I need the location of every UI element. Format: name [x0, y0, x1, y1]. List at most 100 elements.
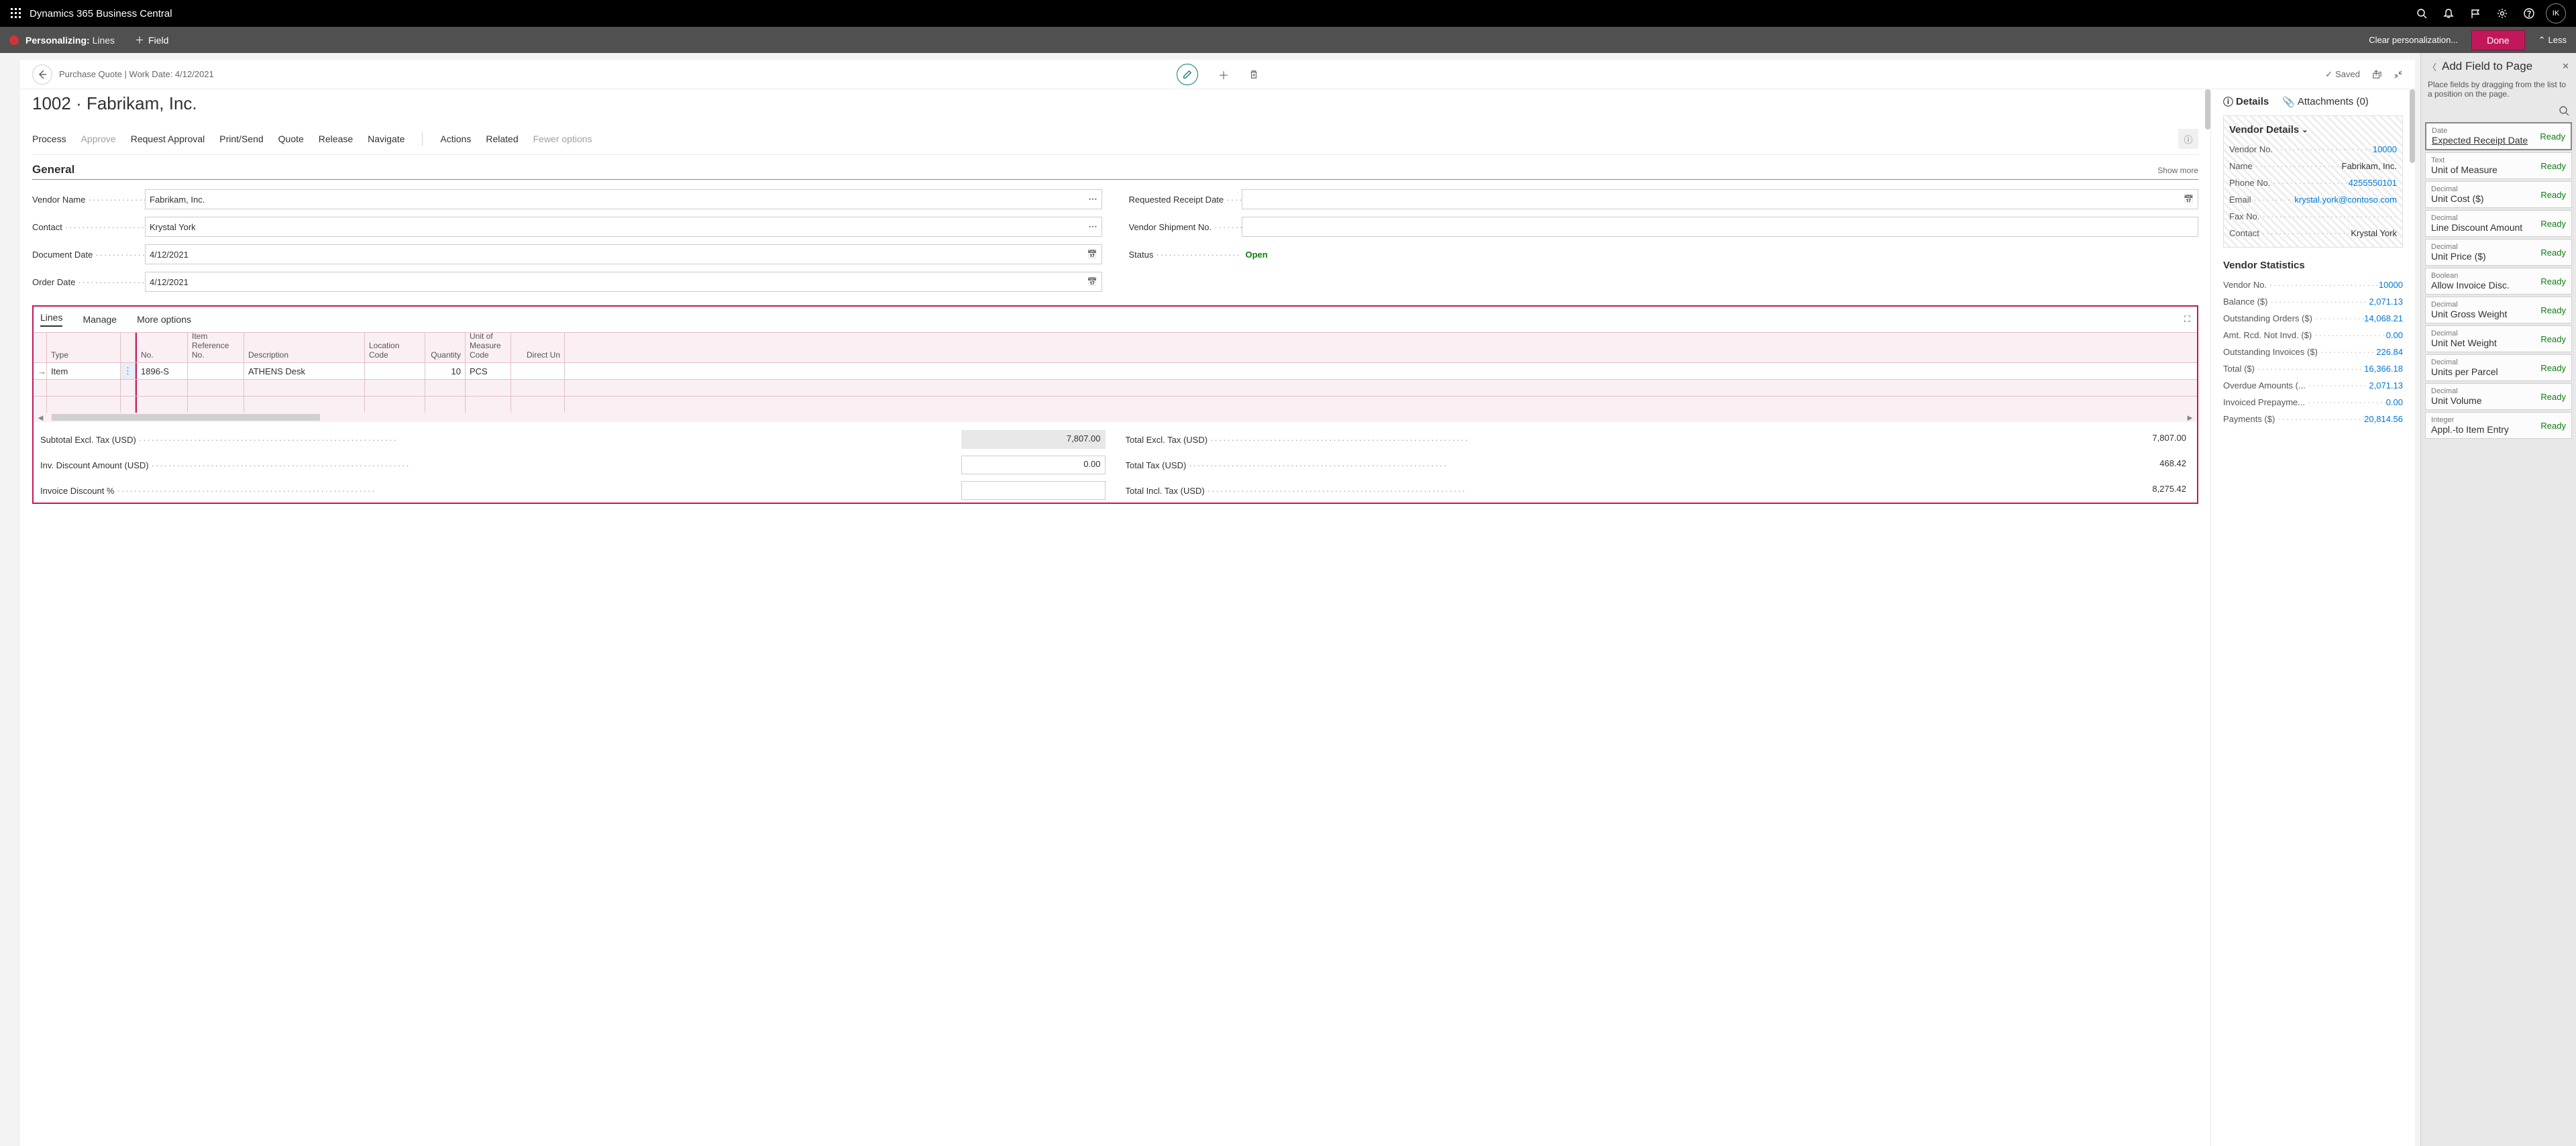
col-uom[interactable]: Unit of Measure Code: [466, 333, 511, 362]
scrollbar[interactable]: [2410, 89, 2415, 163]
field-status: Ready: [2540, 219, 2566, 229]
search-icon[interactable]: [2408, 0, 2435, 27]
flag-icon[interactable]: [2462, 0, 2489, 27]
field-item[interactable]: DecimalUnit VolumeReady: [2425, 383, 2572, 410]
field-item[interactable]: BooleanAllow Invoice Disc.Ready: [2425, 268, 2572, 295]
more-options-tab[interactable]: More options: [137, 314, 191, 325]
add-field-button[interactable]: ＋ Field: [135, 34, 168, 47]
email-link[interactable]: krystal.york@contoso.com: [2294, 195, 2397, 205]
vendor-shipment-label: Vendor Shipment No.: [1129, 222, 1242, 232]
vendor-details-heading[interactable]: Vendor Details⌄: [2229, 121, 2397, 141]
action-request-approval[interactable]: Request Approval: [131, 134, 205, 144]
vendor-shipment-field[interactable]: [1242, 217, 2199, 237]
field-item[interactable]: DecimalUnit Cost ($)Ready: [2425, 181, 2572, 208]
action-process[interactable]: Process: [32, 134, 66, 144]
delete-button[interactable]: [1249, 70, 1258, 79]
field-name: Unit Price ($): [2431, 251, 2540, 262]
col-no[interactable]: No.: [137, 333, 188, 362]
table-row[interactable]: → Item ⋮ 1896-S ATHENS Desk 10 PCS: [34, 362, 2197, 379]
total-incl-value: 8,275.42: [2046, 481, 2190, 500]
field-status: Ready: [2540, 305, 2566, 315]
col-direct-cost[interactable]: Direct Un: [511, 333, 565, 362]
field-name: Unit Volume: [2431, 395, 2540, 406]
settings-icon[interactable]: [2489, 0, 2516, 27]
show-more-link[interactable]: Show more: [2157, 166, 2198, 175]
edit-button[interactable]: [1177, 64, 1198, 85]
vendor-statistics-section: Vendor Statistics Vendor No.10000 Balanc…: [2223, 257, 2403, 427]
field-item[interactable]: DecimalUnit Net WeightReady: [2425, 325, 2572, 352]
collapse-icon[interactable]: [2394, 70, 2403, 79]
field-name: Line Discount Amount: [2431, 222, 2540, 233]
field-item[interactable]: DateExpected Receipt DateReady: [2425, 122, 2572, 150]
scrollbar[interactable]: [2205, 89, 2210, 129]
inv-discount-pct-field[interactable]: [961, 481, 1106, 500]
share-icon[interactable]: [2372, 70, 2381, 79]
row-select-icon[interactable]: →: [34, 363, 47, 379]
total-incl-label: Total Incl. Tax (USD): [1126, 486, 2047, 496]
field-type: Decimal: [2431, 301, 2540, 309]
inv-discount-pct-label: Invoice Discount %: [40, 486, 961, 496]
contact-field[interactable]: Krystal York: [145, 217, 1102, 237]
table-row[interactable]: [34, 396, 2197, 413]
col-quantity[interactable]: Quantity: [425, 333, 466, 362]
document-date-field[interactable]: 4/12/2021: [145, 244, 1102, 264]
field-item[interactable]: DecimalUnit Price ($)Ready: [2425, 239, 2572, 266]
info-icon[interactable]: ⓘ: [2178, 129, 2198, 149]
col-location[interactable]: Location Code: [365, 333, 425, 362]
field-name: Expected Receipt Date: [2432, 135, 2540, 146]
field-type: Decimal: [2431, 243, 2540, 251]
action-actions[interactable]: Actions: [440, 134, 471, 144]
expand-lines-icon[interactable]: ⛶: [2184, 314, 2190, 325]
table-row[interactable]: [34, 379, 2197, 396]
field-panel-title: Add Field to Page: [2442, 60, 2557, 73]
user-avatar[interactable]: IK: [2542, 0, 2569, 27]
requested-receipt-field[interactable]: [1242, 189, 2199, 209]
order-date-field[interactable]: 4/12/2021: [145, 272, 1102, 292]
field-status: Ready: [2540, 363, 2566, 373]
field-search-icon[interactable]: [2421, 105, 2576, 120]
vendor-no-link[interactable]: 10000: [2373, 144, 2397, 154]
field-type: Date: [2432, 127, 2540, 135]
vendor-name-field[interactable]: Fabrikam, Inc.: [145, 189, 1102, 209]
check-icon: ✓: [2325, 69, 2332, 80]
col-ref[interactable]: Item Reference No.: [188, 333, 244, 362]
chevron-left-icon[interactable]: 〈: [2428, 60, 2436, 73]
lines-tab[interactable]: Lines: [40, 312, 62, 327]
col-description[interactable]: Description: [244, 333, 365, 362]
action-fewer-options[interactable]: Fewer options: [533, 134, 592, 144]
field-item[interactable]: IntegerAppl.-to Item EntryReady: [2425, 412, 2572, 439]
horizontal-scrollbar[interactable]: ◄►: [34, 413, 2197, 422]
vendor-statistics-heading[interactable]: Vendor Statistics: [2223, 257, 2403, 276]
clear-personalization-button[interactable]: Clear personalization...: [2369, 35, 2458, 45]
field-item[interactable]: DecimalLine Discount AmountReady: [2425, 210, 2572, 237]
new-button[interactable]: ＋: [1218, 66, 1229, 83]
notifications-icon[interactable]: [2435, 0, 2462, 27]
manage-tab[interactable]: Manage: [83, 314, 117, 325]
col-type[interactable]: Type: [47, 333, 121, 362]
done-button[interactable]: Done: [2471, 30, 2524, 50]
less-toggle[interactable]: ⌃ Less: [2538, 35, 2567, 46]
close-icon[interactable]: ✕: [2562, 61, 2569, 72]
vendor-details-section: Vendor Details⌄ Vendor No.10000 NameFabr…: [2223, 115, 2403, 248]
phone-link[interactable]: 4255550101: [2349, 178, 2397, 188]
details-tab[interactable]: ⓘDetails: [2223, 95, 2269, 109]
inv-discount-amt-field[interactable]: 0.00: [961, 456, 1106, 474]
field-item[interactable]: DecimalUnit Gross WeightReady: [2425, 297, 2572, 323]
field-name: Units per Parcel: [2431, 366, 2540, 377]
attachments-tab[interactable]: 📎Attachments (0): [2282, 96, 2369, 108]
field-item[interactable]: TextUnit of MeasureReady: [2425, 152, 2572, 179]
action-approve[interactable]: Approve: [81, 134, 116, 144]
chevron-up-icon: ⌃: [2538, 35, 2546, 46]
action-release[interactable]: Release: [319, 134, 353, 144]
back-button[interactable]: [32, 64, 52, 85]
action-print-send[interactable]: Print/Send: [219, 134, 263, 144]
help-icon[interactable]: [2516, 0, 2542, 27]
field-name: Unit Cost ($): [2431, 193, 2540, 204]
action-quote[interactable]: Quote: [278, 134, 304, 144]
action-related[interactable]: Related: [486, 134, 518, 144]
field-item[interactable]: DecimalUnits per ParcelReady: [2425, 354, 2572, 381]
app-launcher-icon[interactable]: [7, 4, 25, 23]
field-name: Unit Net Weight: [2431, 337, 2540, 348]
row-menu-icon[interactable]: ⋮: [121, 363, 136, 379]
action-navigate[interactable]: Navigate: [368, 134, 405, 144]
